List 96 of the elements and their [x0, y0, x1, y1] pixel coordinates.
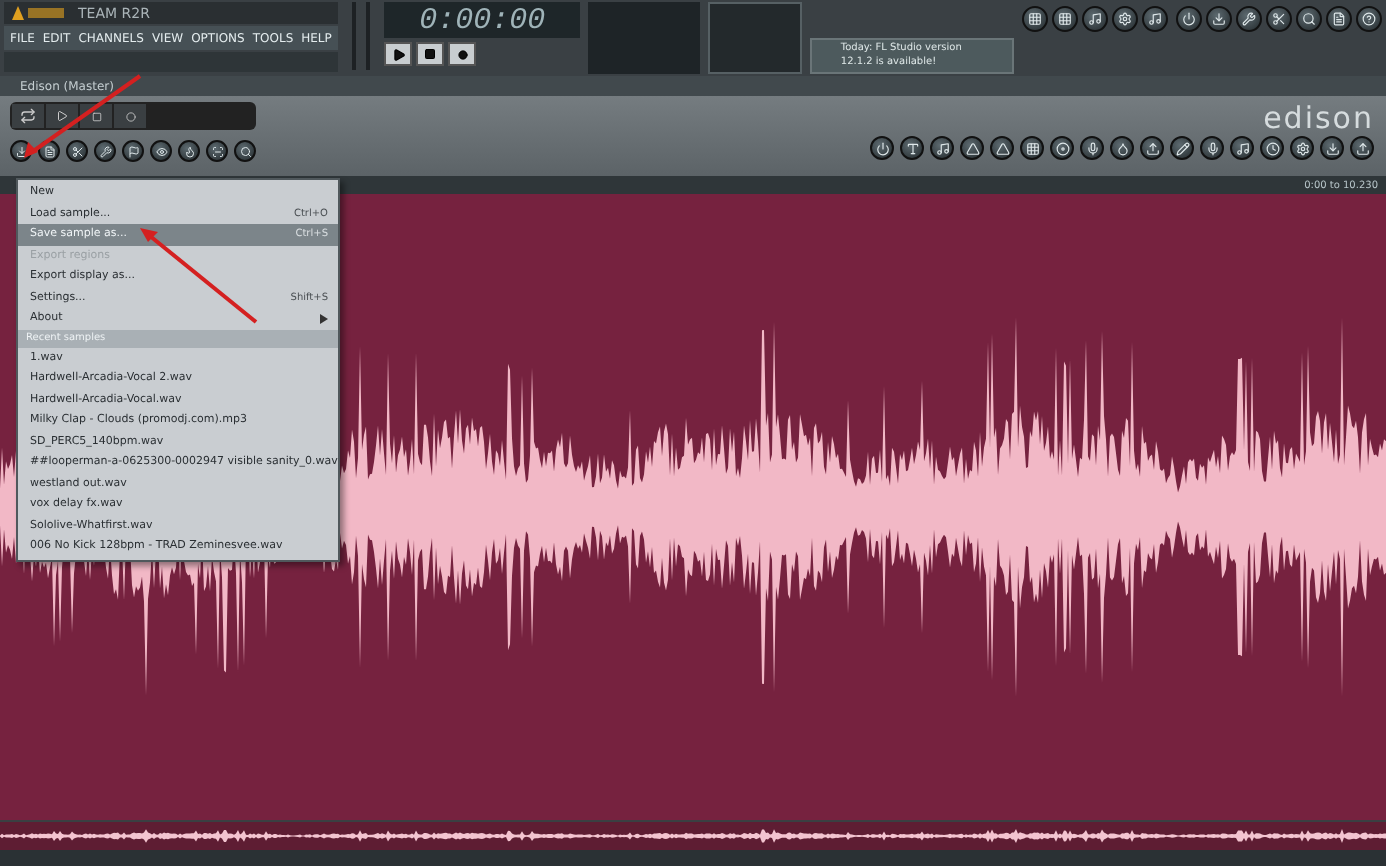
tool-button[interactable]: [1206, 6, 1232, 32]
download-icon: [1212, 12, 1226, 26]
help-icon: [1362, 12, 1376, 26]
stop-icon: [91, 111, 101, 121]
stop-button[interactable]: [416, 42, 444, 66]
note-icon: [1088, 12, 1102, 26]
flag-icon: [127, 145, 139, 157]
tool-button[interactable]: [94, 140, 116, 162]
selection-icon: [211, 145, 223, 157]
stop-icon: [424, 48, 436, 60]
window-button[interactable]: [1112, 6, 1138, 32]
flame-icon: [183, 145, 195, 157]
tool-button[interactable]: [1020, 136, 1044, 160]
tool-button[interactable]: [1236, 6, 1262, 32]
wrench-icon: [1242, 12, 1256, 26]
record-button[interactable]: [448, 42, 476, 66]
tool-button[interactable]: [178, 140, 200, 162]
tool-button[interactable]: [1110, 136, 1134, 160]
tool-button[interactable]: [1050, 136, 1074, 160]
tool-button[interactable]: [150, 140, 172, 162]
record-icon: [125, 111, 135, 121]
loop-button[interactable]: [12, 104, 44, 128]
window-button[interactable]: [1142, 6, 1168, 32]
triangle-icon: [995, 141, 1009, 155]
grid-icon: [1028, 12, 1042, 26]
fader-track[interactable]: [365, 2, 370, 70]
record-icon: [457, 49, 467, 59]
tool-button[interactable]: [122, 140, 144, 162]
fader-track[interactable]: [351, 2, 356, 70]
power-icon: [875, 141, 889, 155]
disc-icon: [1055, 141, 1069, 155]
clock-icon: [1265, 141, 1279, 155]
drop-icon: [1115, 141, 1129, 155]
tool-button[interactable]: [206, 140, 228, 162]
tool-button[interactable]: [66, 140, 88, 162]
page-icon: [43, 145, 55, 157]
time-display: 0:00:00: [384, 2, 581, 38]
annotation-arrow: [140, 228, 258, 324]
tool-button[interactable]: [1260, 136, 1284, 160]
microphone-icon: [1205, 141, 1219, 155]
tool-button[interactable]: [1356, 6, 1382, 32]
note-icon: [935, 141, 949, 155]
tool-button[interactable]: [1140, 136, 1164, 160]
tool-button[interactable]: [1176, 6, 1202, 32]
microphone-icon: [1085, 141, 1099, 155]
scissors-icon: [1272, 12, 1286, 26]
note-icon: [1235, 141, 1249, 155]
power-icon: [1182, 12, 1196, 26]
eye-icon: [155, 145, 167, 157]
logo-icon: [10, 4, 66, 22]
pencil-icon: [1175, 141, 1189, 155]
download-icon: [1325, 141, 1339, 155]
note-icon: [1148, 12, 1162, 26]
search-icon: [1302, 12, 1316, 26]
tool-button[interactable]: [870, 136, 894, 160]
level-meter: [588, 2, 701, 74]
tool-button[interactable]: [1326, 6, 1352, 32]
disk-icon: [15, 145, 27, 157]
upload-icon: [1355, 141, 1369, 155]
triangle-icon: [965, 141, 979, 155]
tool-button[interactable]: [1230, 136, 1254, 160]
upload-icon: [1145, 141, 1159, 155]
search-icon: [239, 145, 251, 157]
text-cursor-icon: [905, 141, 919, 155]
tool-button[interactable]: [234, 140, 256, 162]
settings-panel: [708, 2, 803, 74]
grid-icon: [1025, 141, 1039, 155]
tool-button[interactable]: [1350, 136, 1374, 160]
tool-button[interactable]: [1320, 136, 1344, 160]
submenu-arrow-icon: [320, 313, 328, 324]
tool-button[interactable]: [1290, 136, 1314, 160]
tool-button[interactable]: [990, 136, 1014, 160]
editor-logo: edison: [1263, 102, 1374, 136]
tool-button[interactable]: [1080, 136, 1104, 160]
play-icon: [391, 47, 405, 61]
window-button[interactable]: [1082, 6, 1108, 32]
tool-button[interactable]: [1296, 6, 1322, 32]
page-icon: [1332, 12, 1346, 26]
window-button[interactable]: [1022, 6, 1048, 32]
settings-icon: [1295, 141, 1309, 155]
scissors-icon: [71, 145, 83, 157]
overview-strip[interactable]: [0, 820, 1386, 850]
loop-icon: [20, 108, 36, 124]
tool-button[interactable]: [960, 136, 984, 160]
wrench-icon: [99, 145, 111, 157]
tool-button[interactable]: [1200, 136, 1224, 160]
settings-icon: [1118, 12, 1132, 26]
tool-button[interactable]: [900, 136, 924, 160]
annotation-arrow: [24, 74, 142, 158]
tool-button[interactable]: [1170, 136, 1194, 160]
grid-icon: [1058, 12, 1072, 26]
window-button[interactable]: [1052, 6, 1078, 32]
play-icon: [56, 110, 68, 122]
tool-button[interactable]: [930, 136, 954, 160]
tool-button[interactable]: [1266, 6, 1292, 32]
play-button[interactable]: [384, 42, 412, 66]
